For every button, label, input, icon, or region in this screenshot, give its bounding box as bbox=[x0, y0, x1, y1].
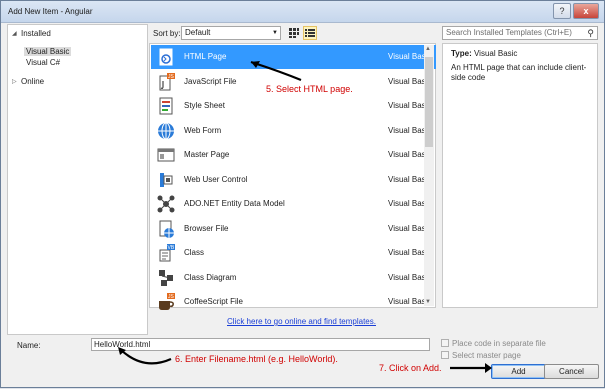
annotation-arrows bbox=[118, 60, 492, 373]
arrow-step-5 bbox=[250, 60, 302, 82]
arrow-step-6 bbox=[120, 349, 172, 365]
add-new-item-dialog: Add New Item - Angular ? x ◢ Installed V… bbox=[0, 0, 605, 388]
